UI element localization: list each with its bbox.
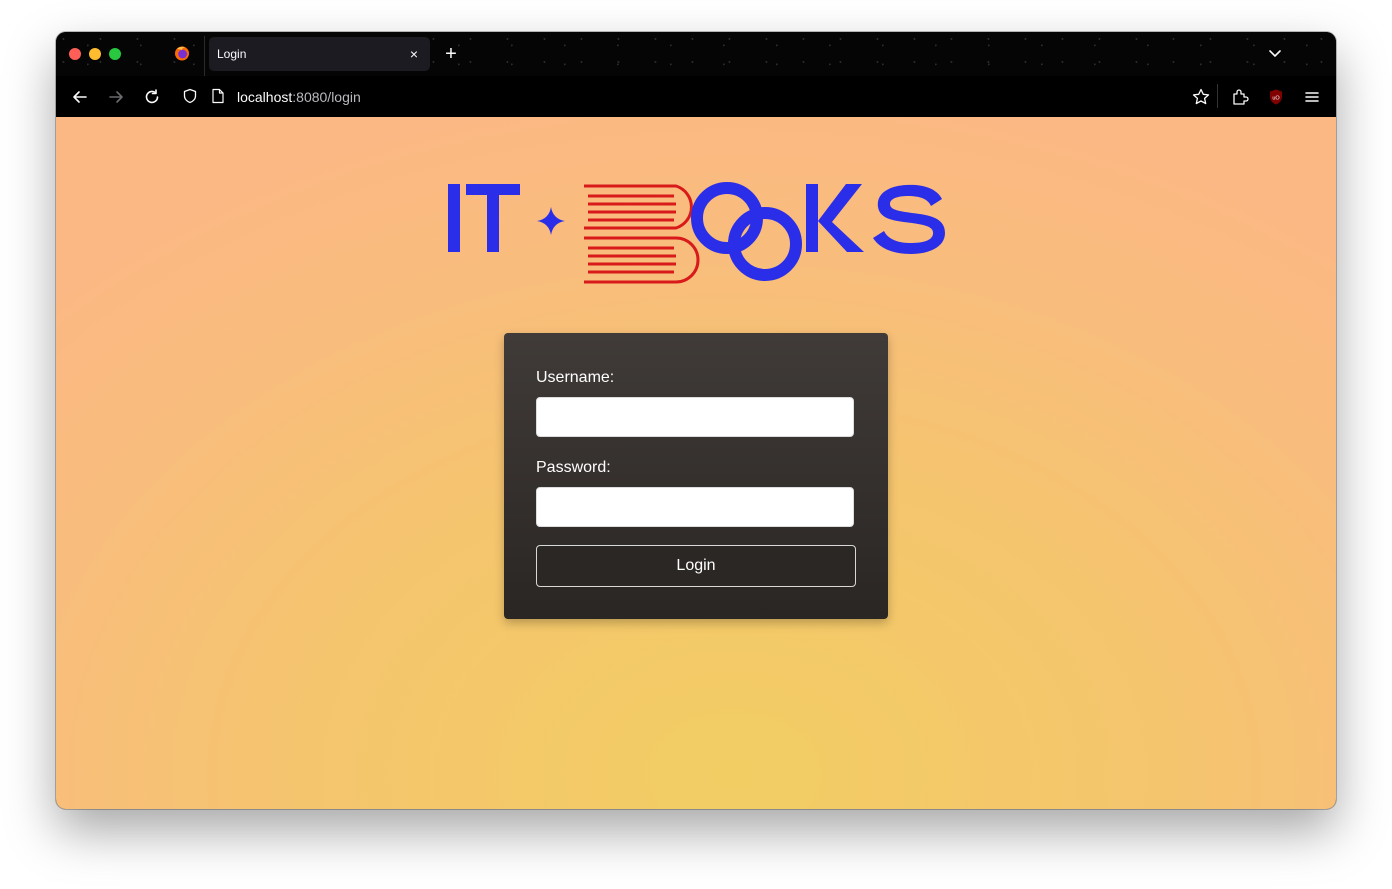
tab-list-chevron-icon[interactable] [1266, 45, 1284, 63]
login-form: Username: Password: Login [504, 333, 888, 619]
svg-text:uO: uO [1272, 96, 1280, 102]
url-host: localhost [237, 89, 293, 105]
url-text[interactable]: localhost:8080/login [237, 89, 361, 105]
tab-close-icon[interactable]: × [405, 45, 423, 63]
url-path: :8080/login [292, 89, 361, 105]
extensions-icon[interactable] [1230, 87, 1250, 107]
page-content: Username: Password: Login [56, 117, 1336, 809]
firefox-icon[interactable] [174, 45, 190, 61]
page-icon[interactable] [211, 88, 225, 104]
hamburger-menu-icon[interactable] [1302, 87, 1322, 107]
url-bar[interactable]: localhost:8080/login [175, 81, 1215, 112]
username-label: Username: [536, 369, 615, 386]
window-maximize-button[interactable] [109, 48, 121, 60]
toolbar-divider [1217, 84, 1218, 108]
ublock-origin-icon[interactable]: uO [1266, 87, 1286, 107]
tab-strip: Login × + [56, 32, 1336, 76]
username-input[interactable] [536, 397, 854, 437]
it-books-logo [448, 182, 945, 284]
tab-title: Login [217, 47, 247, 61]
password-input[interactable] [536, 487, 854, 527]
back-arrow-icon[interactable] [70, 87, 90, 107]
window-minimize-button[interactable] [89, 48, 101, 60]
reload-icon[interactable] [142, 87, 162, 107]
tab-login[interactable]: Login × [209, 37, 430, 71]
new-tab-button[interactable]: + [440, 43, 462, 65]
forward-arrow-icon[interactable] [106, 87, 126, 107]
browser-window: Login × + localhost:8080/login uO Userna… [56, 32, 1336, 809]
bookmark-star-icon[interactable] [1191, 87, 1211, 107]
tab-divider [204, 36, 205, 76]
password-label: Password: [536, 459, 611, 476]
navigation-toolbar: localhost:8080/login uO [56, 76, 1336, 117]
tracking-shield-icon[interactable] [182, 88, 198, 104]
window-close-button[interactable] [69, 48, 81, 60]
login-button[interactable]: Login [536, 545, 856, 587]
